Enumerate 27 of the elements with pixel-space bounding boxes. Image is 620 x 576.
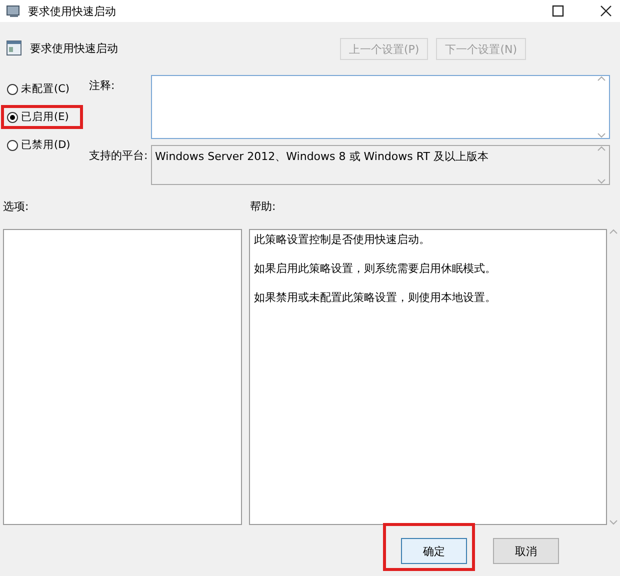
radio-button[interactable]: [7, 112, 18, 122]
dialog-button[interactable]: 确定: [401, 538, 467, 564]
comment-field[interactable]: [151, 75, 610, 139]
scroll-down-icon[interactable]: [596, 133, 606, 138]
scroll-down-icon[interactable]: [596, 179, 606, 184]
policy-title: 要求使用快速启动: [30, 40, 118, 56]
field-label: 支持的平台:: [89, 148, 149, 164]
radio-label[interactable]: 未配置(C): [21, 82, 70, 96]
platform-text: Windows Server 2012、Windows 8 或 Windows RT 及以上版本: [154, 149, 490, 165]
radio-label[interactable]: 已禁用(D): [21, 138, 70, 152]
scroll-down-icon[interactable]: [609, 520, 618, 525]
scroll-up-icon[interactable]: [596, 146, 606, 151]
dialog-button[interactable]: 取消: [493, 538, 559, 564]
help-text: 如果启用此策略设置，则系统需要启用休眠模式。: [254, 261, 497, 276]
section-label: 帮助:: [250, 199, 276, 214]
radio-button[interactable]: [7, 140, 18, 150]
radio-label[interactable]: 已启用(E): [21, 110, 69, 124]
scroll-up-icon[interactable]: [596, 76, 606, 81]
radio-button[interactable]: [7, 84, 18, 94]
close-icon[interactable]: [600, 5, 612, 17]
help-text: 此策略设置控制是否使用快速启动。: [254, 232, 431, 247]
section-label: 选项:: [3, 199, 30, 214]
scroll-up-icon[interactable]: [609, 229, 618, 234]
field-label: 注释:: [89, 78, 116, 94]
help-text: 如果禁用或未配置此策略设置，则使用本地设置。: [254, 290, 497, 305]
window-title: 要求使用快速启动: [28, 4, 116, 18]
maximize-icon[interactable]: [552, 5, 564, 17]
